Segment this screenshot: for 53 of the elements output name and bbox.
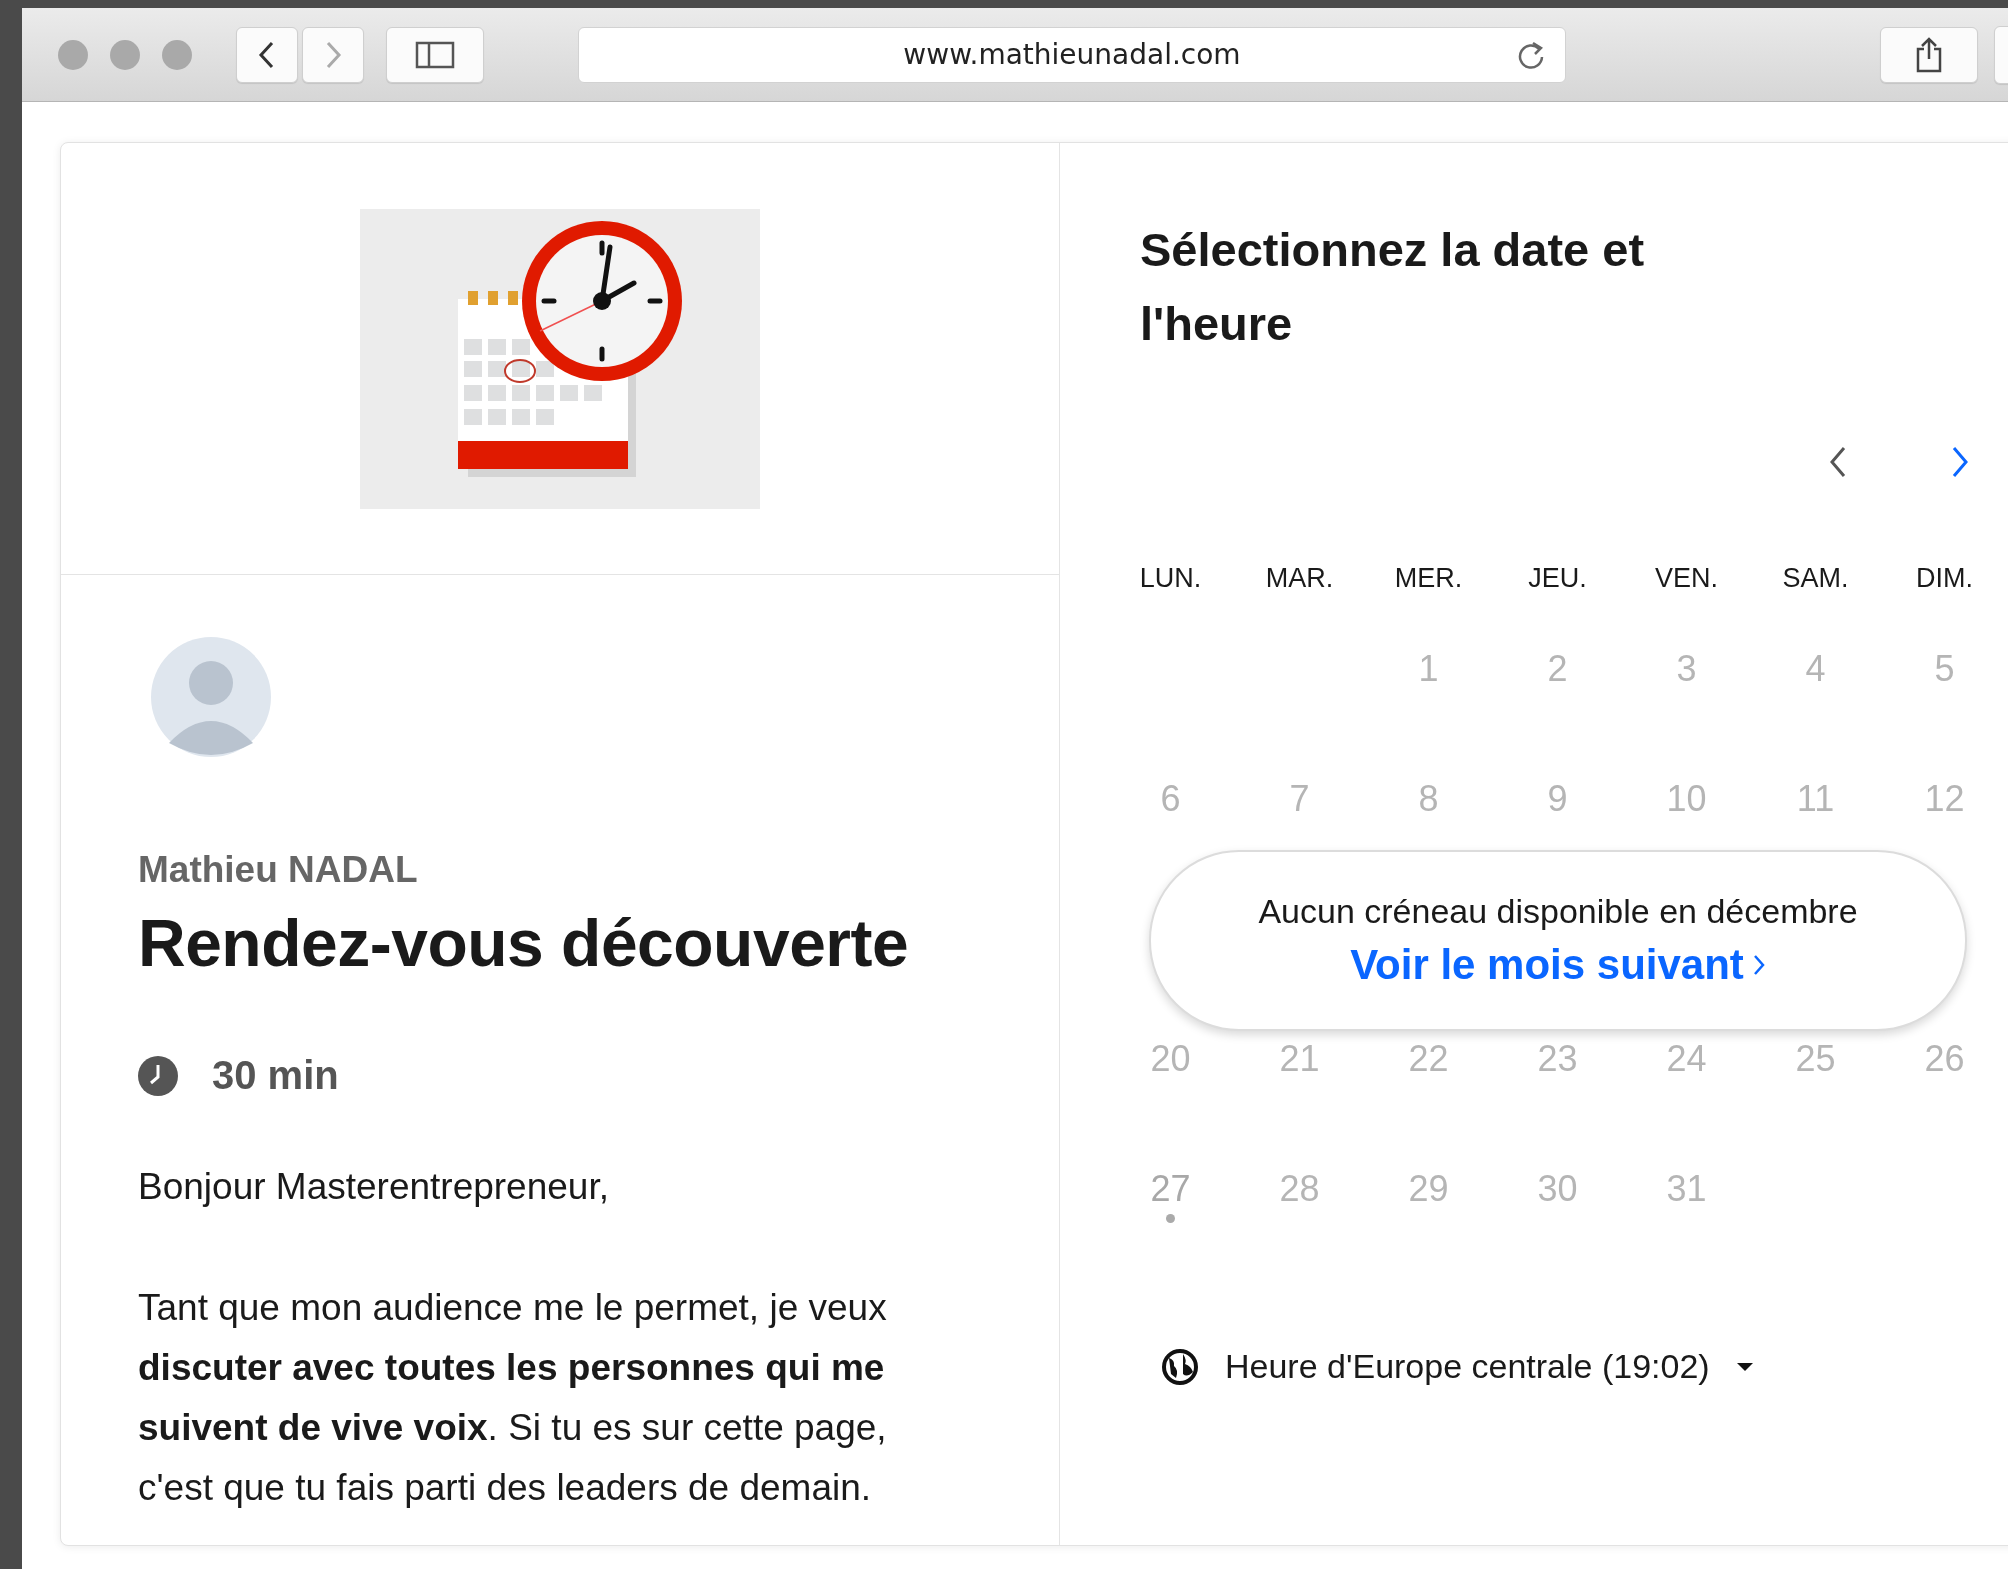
today-dot <box>1166 1214 1175 1223</box>
weekday-label: DIM. <box>1915 563 1974 594</box>
calendar-day: 1 <box>1418 648 1439 690</box>
calendar-day: 26 <box>1924 1038 1965 1080</box>
event-title: Rendez-vous découverte <box>138 905 910 981</box>
calendar-day: 27 <box>1150 1168 1191 1210</box>
calendar-day: 29 <box>1408 1168 1449 1210</box>
back-button[interactable] <box>236 26 298 83</box>
notice-message: Aucun créneau disponible en décembre <box>1258 892 1858 931</box>
calendar-day: 12 <box>1924 778 1965 820</box>
weekday-label: LUN. <box>1138 563 1203 594</box>
caret-down-icon <box>1735 1360 1754 1373</box>
chevron-left-icon <box>1828 445 1848 479</box>
calendar-day: 9 <box>1547 778 1568 820</box>
greeting-text: Bonjour Masterentrepreneur, <box>138 1166 610 1208</box>
address-bar[interactable]: www.mathieunadal.com <box>578 26 1566 83</box>
calendar-day: 10 <box>1666 778 1707 820</box>
weekday-label: MER. <box>1393 563 1464 594</box>
calendar-day: 3 <box>1676 648 1697 690</box>
calendar-day: 23 <box>1537 1038 1578 1080</box>
chevron-right-icon <box>1950 445 1970 479</box>
calendar-day: 31 <box>1666 1168 1707 1210</box>
weekday-label: SAM. <box>1781 563 1850 594</box>
calendar-heading: Sélectionnez la date et l'heure <box>1140 222 1646 352</box>
calendar-day: 2 <box>1547 648 1568 690</box>
sidebar-button[interactable] <box>386 26 484 83</box>
share-button[interactable] <box>1880 26 1978 83</box>
timezone-selector[interactable]: Heure d'Europe centrale (19:02) <box>1161 1347 1754 1386</box>
calendar-day: 4 <box>1805 648 1826 690</box>
next-month-link[interactable]: Voir le mois suivant <box>1350 941 1766 989</box>
calendar-day: 28 <box>1279 1168 1320 1210</box>
weekday-label: VEN. <box>1654 563 1719 594</box>
calendar-day: 6 <box>1160 778 1181 820</box>
calendar-day: 21 <box>1279 1038 1320 1080</box>
chevron-right-icon <box>1751 953 1766 977</box>
share-icon <box>1914 36 1944 73</box>
calendar-day: 22 <box>1408 1038 1449 1080</box>
calendar-day: 7 <box>1289 778 1310 820</box>
weekday-label: JEU. <box>1527 563 1588 594</box>
calendar-day: 8 <box>1418 778 1439 820</box>
weekday-label: MAR. <box>1264 563 1335 594</box>
calendar-day: 25 <box>1795 1038 1836 1080</box>
description-text: Tant que mon audience me le permet, je veux discuter avec toutes les personnes qui me suivent de vive voix. Si tu es sur cette page, c'est que tu fais parti des leaders de demain. <box>138 1286 888 1510</box>
host-name: Mathieu NADAL <box>138 849 419 891</box>
clock-icon <box>138 1055 178 1096</box>
calendar-day: 24 <box>1666 1038 1707 1080</box>
duration-label: 30 min <box>212 1053 339 1098</box>
sidebar-icon <box>415 39 455 70</box>
globe-icon <box>1161 1347 1199 1386</box>
calendar-day: 5 <box>1934 648 1955 690</box>
calendar-day: 20 <box>1150 1038 1191 1080</box>
calendar-day: 30 <box>1537 1168 1578 1210</box>
calendar-day: 11 <box>1796 778 1835 820</box>
